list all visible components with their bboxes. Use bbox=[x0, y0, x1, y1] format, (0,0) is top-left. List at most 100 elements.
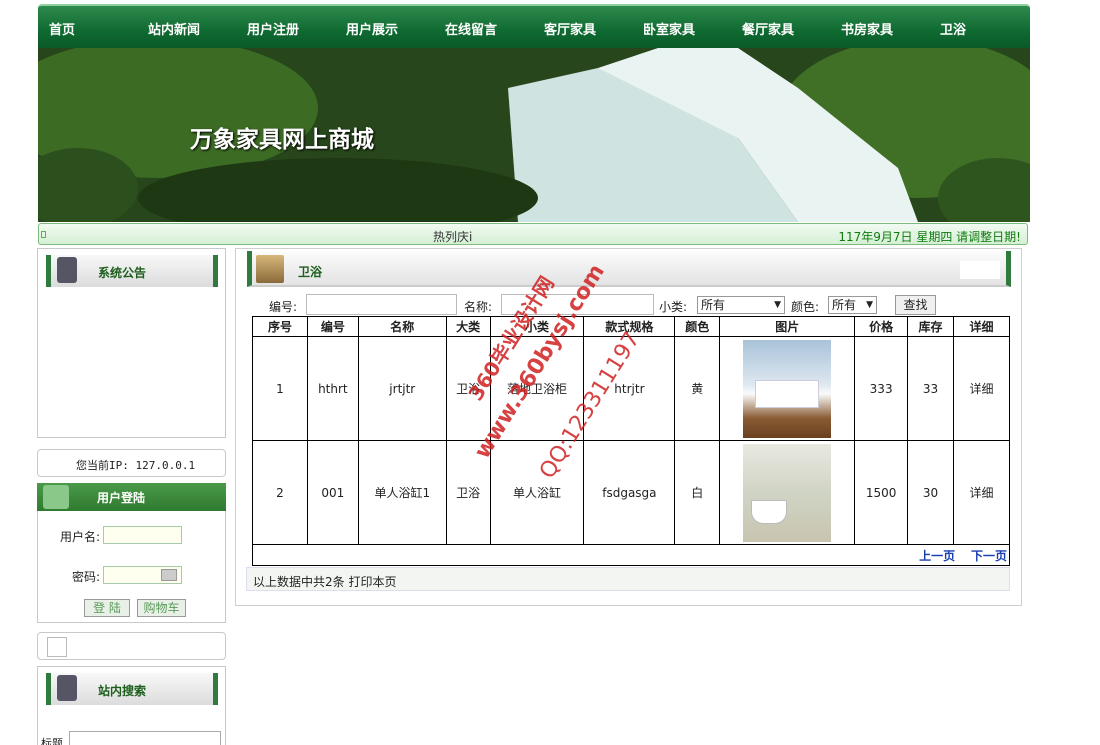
summary-bar: 以上数据中共2条 打印本页 bbox=[246, 567, 1010, 591]
notice-header: 系统公告 bbox=[46, 255, 218, 287]
cell-stock: 33 bbox=[907, 336, 955, 441]
ip-text: 您当前IP: 127.0.0.1 bbox=[76, 459, 196, 472]
ticker-text: 热列庆i bbox=[433, 230, 473, 244]
site-search-input[interactable] bbox=[69, 731, 221, 745]
column-header: 详细 bbox=[953, 316, 1010, 337]
nav-dining[interactable]: 餐厅家具 bbox=[742, 19, 794, 38]
cell-picture bbox=[719, 440, 856, 545]
cell-no: 2 bbox=[252, 440, 308, 545]
detail-link[interactable]: 详细 bbox=[953, 440, 1010, 545]
product-table: 序号 编号 名称 大类 小类 款式规格 颜色 图片 价格 库存 详细 1 hth… bbox=[252, 316, 1010, 566]
site-search-title: 站内搜索 bbox=[98, 684, 147, 698]
column-header: 编号 bbox=[306, 316, 359, 337]
password-label: 密码: bbox=[72, 570, 101, 584]
nav-study[interactable]: 书房家具 bbox=[841, 19, 893, 38]
cell-price: 1500 bbox=[854, 440, 909, 545]
chevron-down-icon: ▼ bbox=[866, 300, 873, 310]
nav-register[interactable]: 用户注册 bbox=[247, 19, 299, 38]
code-label: 编号: bbox=[269, 300, 298, 314]
nav-guestbook[interactable]: 在线留言 bbox=[445, 19, 497, 38]
table-header-row: 序号 编号 名称 大类 小类 款式规格 颜色 图片 价格 库存 详细 bbox=[252, 316, 1010, 337]
name-label: 名称: bbox=[464, 300, 493, 314]
pager-cell: 上一页 下一页 bbox=[252, 544, 1010, 566]
product-image[interactable] bbox=[743, 443, 832, 542]
main-header: 卫浴 bbox=[247, 251, 1011, 287]
color-select[interactable]: 所有 ▼ bbox=[828, 296, 877, 314]
nav-home[interactable]: 首页 bbox=[49, 19, 75, 38]
nav-news[interactable]: 站内新闻 bbox=[148, 19, 200, 38]
nav-users[interactable]: 用户展示 bbox=[346, 19, 398, 38]
username-label: 用户名: bbox=[60, 530, 101, 544]
find-button[interactable]: 查找 bbox=[895, 295, 936, 315]
notice-panel: 系统公告 bbox=[37, 248, 226, 438]
search-title-label: 标题 bbox=[41, 737, 63, 745]
washing-machine-icon bbox=[57, 675, 77, 701]
column-header: 名称 bbox=[357, 316, 447, 337]
detail-link[interactable]: 详细 bbox=[953, 336, 1010, 441]
cell-category: 卫浴 bbox=[445, 336, 491, 441]
cell-code: 001 bbox=[306, 440, 359, 545]
summary-text: 以上数据中共2条 打印本页 bbox=[253, 575, 397, 589]
next-page-link[interactable]: 下一页 bbox=[971, 549, 1007, 563]
column-header: 大类 bbox=[445, 316, 491, 337]
cell-name: jrtjtr bbox=[357, 336, 447, 441]
category-title: 卫浴 bbox=[298, 265, 323, 279]
cell-category: 卫浴 bbox=[445, 440, 491, 545]
column-header: 价格 bbox=[854, 316, 909, 337]
name-input[interactable] bbox=[501, 294, 654, 315]
cell-stock: 30 bbox=[907, 440, 955, 545]
cell-code: hthrt bbox=[306, 336, 359, 441]
table-row: 2 001 单人浴缸1 卫浴 单人浴缸 fsdgasga 白 1500 30 详… bbox=[252, 440, 1010, 545]
column-header: 序号 bbox=[252, 316, 308, 337]
nav-living-room[interactable]: 客厅家具 bbox=[544, 19, 596, 38]
column-header: 库存 bbox=[907, 316, 955, 337]
cell-name: 单人浴缸1 bbox=[357, 440, 447, 545]
subcat-label: 小类: bbox=[659, 300, 688, 314]
date-display: 117年9月7日 星期四 请调整日期! bbox=[838, 230, 1021, 244]
ticker-bar: 热列庆i 117年9月7日 星期四 请调整日期! bbox=[38, 223, 1028, 245]
product-image[interactable] bbox=[743, 339, 832, 438]
subcat-value: 所有 bbox=[701, 298, 726, 312]
site-search-panel: 站内搜索 标题 bbox=[37, 666, 226, 745]
username-input[interactable] bbox=[103, 526, 182, 544]
banner-image: 万象家具网上商城 bbox=[38, 48, 1030, 222]
chevron-down-icon: ▼ bbox=[774, 300, 781, 310]
cell-no: 1 bbox=[252, 336, 308, 441]
cell-picture bbox=[719, 336, 856, 441]
waterfall-illustration bbox=[38, 48, 1030, 222]
scroll-handle-icon[interactable] bbox=[41, 231, 46, 238]
top-nav: 首页 站内新闻 用户注册 用户展示 在线留言 客厅家具 卧室家具 餐厅家具 书房… bbox=[38, 4, 1030, 48]
cell-subcategory: 落地卫浴柜 bbox=[489, 336, 585, 441]
notice-title: 系统公告 bbox=[98, 266, 147, 280]
cell-spec: fsdgasga bbox=[583, 440, 676, 545]
prev-page-link[interactable]: 上一页 bbox=[919, 549, 955, 563]
site-search-header: 站内搜索 bbox=[46, 673, 218, 705]
cell-price: 333 bbox=[854, 336, 909, 441]
subcat-select[interactable]: 所有 ▼ bbox=[697, 296, 785, 314]
color-label: 颜色: bbox=[791, 300, 820, 314]
header-blank bbox=[960, 261, 1000, 279]
nav-bedroom[interactable]: 卧室家具 bbox=[643, 19, 695, 38]
column-header: 颜色 bbox=[674, 316, 721, 337]
login-form: 用户名: 密码: 登 陆 购物车 bbox=[37, 511, 226, 623]
keyboard-icon[interactable] bbox=[161, 569, 177, 581]
column-header: 款式规格 bbox=[583, 316, 676, 337]
cell-spec: htrjtr bbox=[583, 336, 676, 441]
column-header: 图片 bbox=[719, 316, 856, 337]
image-placeholder-icon bbox=[47, 637, 67, 657]
column-header: 小类 bbox=[489, 316, 585, 337]
cell-color: 黄 bbox=[674, 336, 721, 441]
login-button[interactable]: 登 陆 bbox=[84, 599, 130, 617]
login-title: 用户登陆 bbox=[97, 491, 146, 505]
cart-button[interactable]: 购物车 bbox=[137, 599, 186, 617]
code-input[interactable] bbox=[306, 294, 457, 315]
table-row: 1 hthrt jrtjtr 卫浴 落地卫浴柜 htrjtr 黄 333 33 … bbox=[252, 336, 1010, 441]
cell-subcategory: 单人浴缸 bbox=[489, 440, 585, 545]
washing-machine-icon bbox=[57, 257, 77, 283]
nav-bathroom[interactable]: 卫浴 bbox=[940, 19, 966, 38]
cell-color: 白 bbox=[674, 440, 721, 545]
ip-panel: 您当前IP: 127.0.0.1 bbox=[37, 449, 226, 477]
blank-panel bbox=[37, 632, 226, 660]
site-title: 万象家具网上商城 bbox=[190, 126, 374, 153]
filter-bar: 编号: 名称: 小类: 所有 ▼ 颜色: 所有 ▼ 查找 bbox=[250, 294, 1010, 316]
